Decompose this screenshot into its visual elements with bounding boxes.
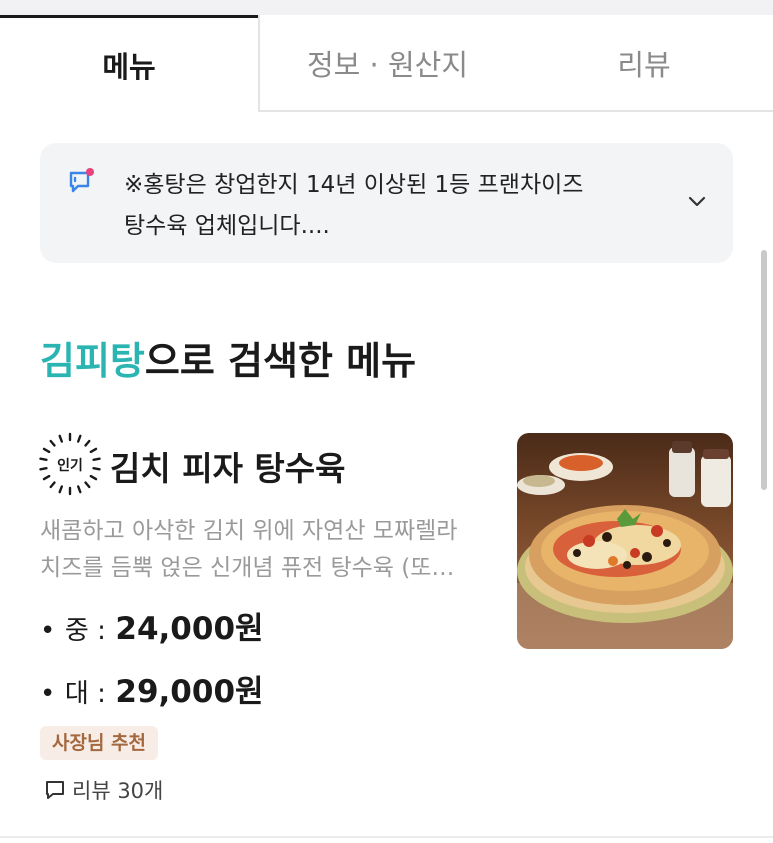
- scrollbar[interactable]: [761, 250, 767, 490]
- section-title-suffix: 으로 검색한 메뉴: [144, 339, 417, 383]
- menu-item-photo[interactable]: [517, 433, 733, 649]
- chevron-down-icon[interactable]: [685, 189, 709, 213]
- section-title: 김피탕으로 검색한 메뉴: [40, 330, 416, 385]
- price-bullet: •: [40, 679, 56, 709]
- review-count-row[interactable]: 리뷰 30개: [44, 775, 163, 805]
- tab-reviews[interactable]: 리뷰: [515, 15, 773, 112]
- search-keyword: 김피탕: [40, 339, 145, 383]
- review-count-label: 리뷰 30개: [72, 779, 164, 803]
- price-bullet: •: [40, 616, 56, 646]
- tab-bar: 메뉴 정보 · 원산지 리뷰: [0, 15, 773, 112]
- notice-line-2: 탕수육 업체입니다....: [124, 213, 330, 239]
- popular-badge-label: 인기: [57, 457, 83, 474]
- menu-item-description: 새콤하고 아삭한 김치 위에 자연산 모짜렐라 치즈를 듬뿍 얹은 신개념 퓨전…: [40, 513, 500, 587]
- tab-info-origin[interactable]: 정보 · 원산지: [258, 15, 515, 112]
- price-size-label: 대 :: [64, 679, 106, 709]
- speech-bubble-icon: [46, 781, 64, 799]
- menu-item-name[interactable]: 김치 피자 탕수육: [110, 442, 346, 490]
- price-size-label: 중 :: [64, 616, 106, 646]
- price-amount: 29,000원: [115, 674, 264, 710]
- popular-badge: 인기: [39, 432, 101, 496]
- top-strip: [0, 0, 773, 15]
- description-line-2: 치즈를 듬뿍 얹은 신개념 퓨전 탕수육 (또…: [40, 555, 455, 581]
- notice-text: ※홍탕은 창업한지 14년 이상된 1등 프랜차이즈 탕수육 업체입니다....: [124, 165, 644, 247]
- description-line-1: 새콤하고 아삭한 김치 위에 자연산 모짜렐라: [40, 518, 458, 544]
- price-amount: 24,000원: [115, 611, 264, 647]
- owner-recommend-tag: 사장님 추천: [40, 726, 159, 760]
- tab-menu[interactable]: 메뉴: [0, 15, 258, 112]
- chat-notice-icon: [69, 168, 94, 193]
- price-row-medium: • 중 : 24,000원: [40, 603, 264, 648]
- divider: [0, 836, 773, 838]
- price-row-large: • 대 : 29,000원: [40, 666, 264, 711]
- notice-line-1: ※홍탕은 창업한지 14년 이상된 1등 프랜차이즈: [124, 172, 584, 198]
- notice-banner[interactable]: ※홍탕은 창업한지 14년 이상된 1등 프랜차이즈 탕수육 업체입니다....: [40, 143, 733, 263]
